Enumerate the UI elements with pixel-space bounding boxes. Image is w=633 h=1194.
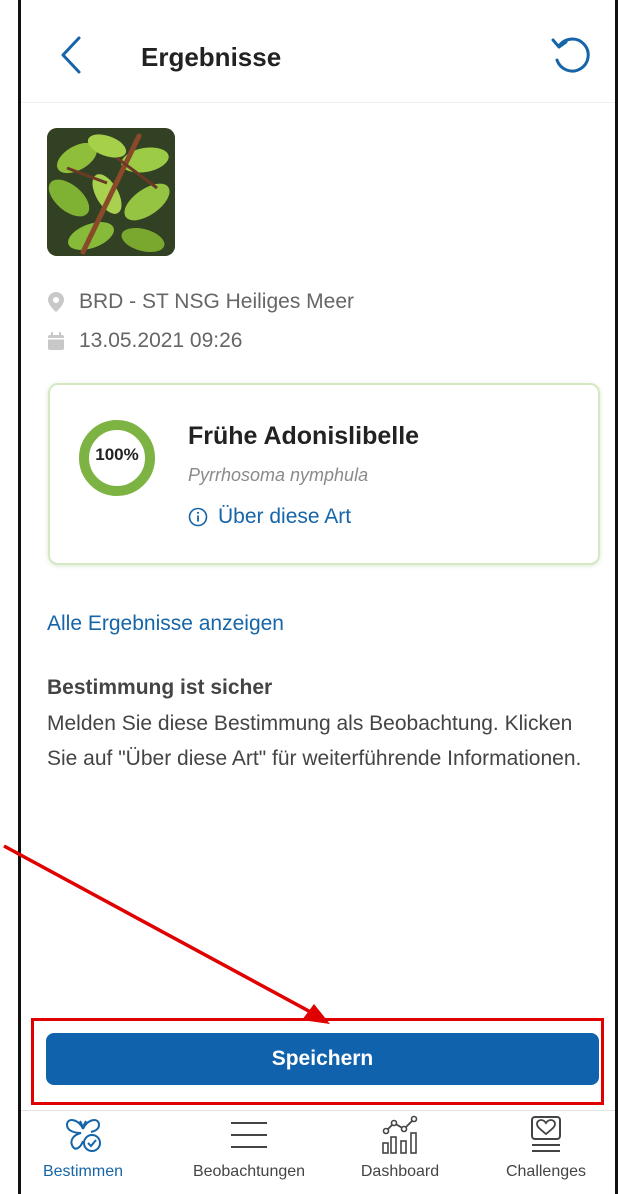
nav-item-bestimmen[interactable]: Bestimmen [13,1115,153,1181]
about-species-link[interactable]: Über diese Art [188,505,351,529]
latin-name: Pyrrhosoma nymphula [188,465,369,485]
butterfly-check-icon [65,1119,101,1152]
nav-label-challenges: Challenges [505,1163,587,1180]
all-results-link[interactable]: Alle Ergebnisse anzeigen [47,612,284,636]
app-frame: Ergebnisse BRD - ST NSG Heiliges Meer 13… [18,0,618,1194]
page-title: Ergebnisse [141,42,282,72]
app-header: Ergebnisse [21,0,615,103]
nav-label-beobachtungen: Beobachtungen [192,1163,306,1180]
chevron-left-icon[interactable] [57,34,87,76]
save-button[interactable]: Speichern [46,1033,599,1085]
species-name: Frühe Adonislibelle [188,422,420,450]
info-text: Melden Sie diese Bestimmung als Beobacht… [47,712,582,770]
list-icon [231,1122,267,1148]
info-icon [188,507,208,527]
info-title: Bestimmung ist sicher [47,676,273,699]
date-info: 13.05.2021 09:26 [47,329,243,353]
location-text: BRD - ST NSG Heiliges Meer [79,290,355,313]
nav-label-bestimmen: Bestimmen [42,1163,124,1180]
bottom-nav: Bestimmen Beobachtungen Dashboard Challe… [21,1110,615,1194]
heart-badge-icon [531,1116,561,1152]
nav-item-beobachtungen[interactable]: Beobachtungen [179,1115,319,1181]
chart-icon [382,1115,418,1154]
observation-photo[interactable] [47,128,175,256]
about-species-label: Über diese Art [218,505,352,528]
confidence-label: 100% [95,445,139,464]
location-pin-icon [48,292,64,312]
undo-icon[interactable] [549,34,593,78]
result-card[interactable]: 100% Frühe Adonislibelle Pyrrhosoma nymp… [48,383,600,565]
calendar-icon [48,332,64,350]
location-info: BRD - ST NSG Heiliges Meer [47,290,354,314]
nav-item-dashboard[interactable]: Dashboard [330,1115,470,1181]
datetime-text: 13.05.2021 09:26 [79,329,243,352]
nav-item-challenges[interactable]: Challenges [476,1115,616,1181]
nav-label-dashboard: Dashboard [360,1163,440,1180]
